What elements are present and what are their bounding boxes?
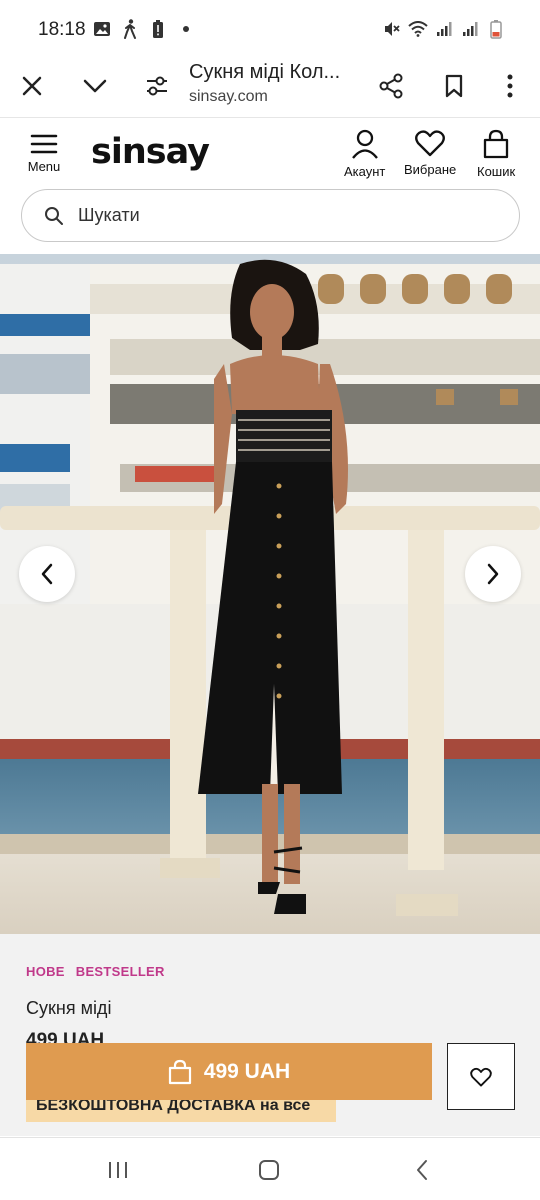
signal-icon <box>460 18 480 40</box>
dot-icon <box>176 18 196 40</box>
more-options-button[interactable] <box>490 66 530 106</box>
product-photo <box>0 254 540 934</box>
shopping-bag-icon <box>168 1059 191 1084</box>
product-info: НОВЕ BESTSELLER Сукня міді 499 UAH БЕЗКО… <box>0 934 540 1136</box>
collapse-button[interactable] <box>75 66 115 106</box>
menu-button[interactable]: Menu <box>22 133 66 181</box>
close-tab-button[interactable] <box>12 66 52 106</box>
system-nav-bar <box>0 1137 540 1200</box>
user-icon <box>351 129 378 159</box>
heart-icon <box>415 130 446 157</box>
battery-alert-icon <box>148 18 168 40</box>
cart-button[interactable]: Кошик <box>477 129 515 179</box>
cart-label: Кошик <box>477 164 516 179</box>
site-logo[interactable]: sinsay <box>91 132 210 172</box>
tag-new: НОВЕ <box>26 964 65 979</box>
chevron-right-icon <box>487 563 499 585</box>
chevron-left-icon <box>41 563 53 585</box>
home-button[interactable] <box>249 1152 289 1188</box>
signal-icon <box>434 18 454 40</box>
product-name: Сукня міді <box>26 998 112 1018</box>
add-to-cart-button[interactable]: 499 UAH <box>26 1043 432 1100</box>
search-placeholder: Шукати <box>78 205 140 225</box>
walking-icon <box>120 18 140 40</box>
wishlist-button[interactable]: Вибране <box>404 129 456 177</box>
page-title[interactable]: Сукня міді Кол... <box>189 61 369 84</box>
home-icon <box>259 1160 279 1180</box>
status-time: 18:18 <box>38 19 86 40</box>
product-tags: НОВЕ BESTSELLER <box>26 964 165 979</box>
browser-toolbar: Сукня міді Кол... sinsay.com <box>0 58 540 118</box>
chevron-down-icon <box>83 79 107 93</box>
carousel-next-button[interactable] <box>465 546 521 602</box>
add-to-cart-label: 499 UAH <box>203 1059 291 1083</box>
site-settings-button[interactable] <box>137 66 177 106</box>
wifi-icon <box>408 18 428 40</box>
product-price: 499 UAH <box>26 1030 105 1044</box>
heart-icon <box>470 1067 492 1086</box>
back-icon <box>417 1160 427 1180</box>
status-bar: 18:18 <box>0 0 540 58</box>
menu-label: Menu <box>27 159 61 174</box>
more-vertical-icon <box>507 74 513 98</box>
shopping-bag-icon <box>483 129 509 159</box>
url-host[interactable]: sinsay.com <box>189 88 268 106</box>
promo-banner: БЕЗКОШТОВНА ДОСТАВКА на все <box>26 1100 336 1122</box>
search-icon <box>44 205 66 227</box>
product-image[interactable] <box>0 254 540 934</box>
mute-icon <box>382 18 402 40</box>
promo-text: БЕЗКОШТОВНА ДОСТАВКА на все <box>36 1100 311 1114</box>
recent-apps-icon <box>109 1162 127 1178</box>
add-to-wishlist-button[interactable] <box>447 1043 515 1110</box>
search-input[interactable]: Шукати <box>21 189 520 242</box>
site-header: Menu sinsay Акаунт Вибране Кошик <box>0 119 540 185</box>
back-button[interactable] <box>402 1152 442 1188</box>
bookmark-button[interactable] <box>434 66 474 106</box>
image-icon <box>92 18 112 40</box>
battery-icon <box>486 18 506 40</box>
carousel-prev-button[interactable] <box>19 546 75 602</box>
status-left-icons <box>92 18 196 40</box>
hamburger-icon <box>30 134 58 154</box>
wishlist-label: Вибране <box>404 162 457 177</box>
status-right-icons <box>382 18 506 40</box>
recent-apps-button[interactable] <box>98 1152 138 1188</box>
share-icon <box>379 73 403 99</box>
account-button[interactable]: Акаунт <box>344 129 385 179</box>
account-label: Акаунт <box>344 164 386 179</box>
tune-icon <box>147 76 167 96</box>
close-icon <box>22 76 42 96</box>
tag-bestseller: BESTSELLER <box>75 964 165 979</box>
share-button[interactable] <box>371 66 411 106</box>
bookmark-icon <box>445 74 463 98</box>
